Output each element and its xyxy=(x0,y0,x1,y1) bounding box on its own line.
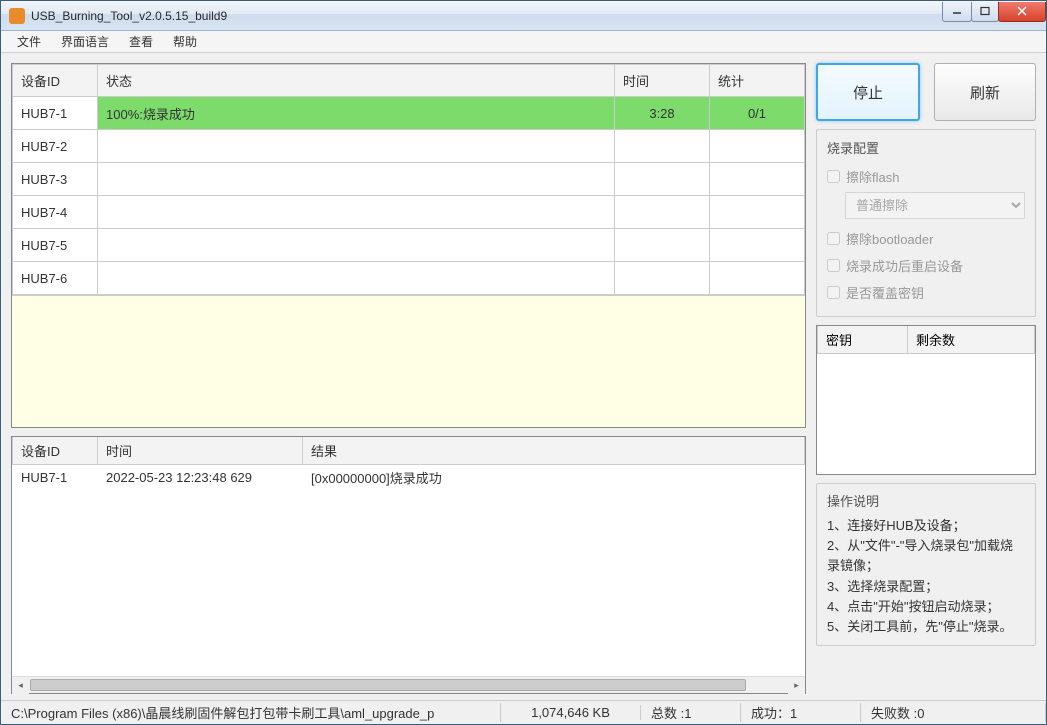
cell-device-id: HUB7-5 xyxy=(13,229,98,262)
stop-button[interactable]: 停止 xyxy=(816,63,920,121)
cell-status: 100%:烧录成功 xyxy=(98,97,615,130)
refresh-button[interactable]: 刷新 xyxy=(934,63,1036,121)
cell-time xyxy=(615,130,710,163)
cell-stat xyxy=(710,130,805,163)
reboot-after-checkbox[interactable] xyxy=(827,259,840,272)
cell-status xyxy=(98,229,615,262)
device-table-wrap: 设备ID 状态 时间 统计 HUB7-1100%:烧录成功3:280/1HUB7… xyxy=(11,63,806,428)
window-controls xyxy=(942,2,1046,22)
left-column: 设备ID 状态 时间 统计 HUB7-1100%:烧录成功3:280/1HUB7… xyxy=(11,63,806,694)
window-title: USB_Burning_Tool_v2.0.5.15_build9 xyxy=(31,9,942,23)
scroll-right-arrow-icon[interactable]: ▸ xyxy=(788,677,805,694)
titlebar: USB_Burning_Tool_v2.0.5.15_build9 xyxy=(1,1,1046,31)
cell-status xyxy=(98,163,615,196)
col-status[interactable]: 状态 xyxy=(98,65,615,97)
device-row[interactable]: HUB7-5 xyxy=(13,229,805,262)
instruction-line: 1、连接好HUB及设备； xyxy=(827,516,1025,536)
statusbar: C:\Program Files (x86)\晶晨线刷固件解包打包带卡刷工具\a… xyxy=(1,700,1046,724)
minimize-button[interactable] xyxy=(942,2,972,22)
log-cell-device-id: HUB7-1 xyxy=(13,466,98,490)
menu-file[interactable]: 文件 xyxy=(7,31,51,52)
app-icon xyxy=(9,8,25,24)
status-total: 总数 :1 xyxy=(641,703,741,722)
cell-time: 3:28 xyxy=(615,97,710,130)
cell-time xyxy=(615,262,710,295)
status-success: 成功：1 xyxy=(741,703,861,722)
client-area: 设备ID 状态 时间 统计 HUB7-1100%:烧录成功3:280/1HUB7… xyxy=(1,53,1046,700)
cell-stat xyxy=(710,229,805,262)
scroll-left-arrow-icon[interactable]: ◂ xyxy=(12,677,29,694)
log-row[interactable]: HUB7-12022-05-23 12:23:48 629[0x00000000… xyxy=(13,466,805,490)
cell-status xyxy=(98,130,615,163)
keys-col-remaining[interactable]: 剩余数 xyxy=(908,326,1035,354)
keys-table: 密钥 剩余数 xyxy=(816,325,1036,475)
cell-device-id: HUB7-1 xyxy=(13,97,98,130)
cell-device-id: HUB7-3 xyxy=(13,163,98,196)
cell-status xyxy=(98,262,615,295)
cell-device-id: HUB7-4 xyxy=(13,196,98,229)
cell-status xyxy=(98,196,615,229)
device-row[interactable]: HUB7-4 xyxy=(13,196,805,229)
log-table: 设备ID 时间 结果 HUB7-12022-05-23 12:23:48 629… xyxy=(11,436,806,694)
erase-bootloader-checkbox[interactable] xyxy=(827,232,840,245)
cell-stat xyxy=(710,196,805,229)
log-cell-result: [0x00000000]烧录成功 xyxy=(303,466,805,490)
menu-help[interactable]: 帮助 xyxy=(163,31,207,52)
device-table-empty-area xyxy=(12,295,805,427)
overwrite-key-label: 是否覆盖密钥 xyxy=(846,283,924,302)
col-stat[interactable]: 统计 xyxy=(710,65,805,97)
config-legend: 烧录配置 xyxy=(827,138,1025,157)
log-horizontal-scrollbar[interactable]: ◂ ▸ xyxy=(12,676,805,693)
app-window: USB_Burning_Tool_v2.0.5.15_build9 文件 界面语… xyxy=(0,0,1047,725)
reboot-after-option[interactable]: 烧录成功后重启设备 xyxy=(827,252,1025,279)
device-row[interactable]: HUB7-2 xyxy=(13,130,805,163)
device-table: 设备ID 状态 时间 统计 HUB7-1100%:烧录成功3:280/1HUB7… xyxy=(11,63,806,428)
close-button[interactable] xyxy=(998,2,1046,22)
erase-flash-label: 擦除flash xyxy=(846,167,899,186)
cell-device-id: HUB7-2 xyxy=(13,130,98,163)
menubar: 文件 界面语言 查看 帮助 xyxy=(1,31,1046,53)
status-fail: 失败数 :0 xyxy=(861,703,1046,722)
scroll-thumb[interactable] xyxy=(30,679,746,691)
menu-view[interactable]: 查看 xyxy=(119,31,163,52)
device-row[interactable]: HUB7-3 xyxy=(13,163,805,196)
erase-flash-option[interactable]: 擦除flash xyxy=(827,163,1025,190)
overwrite-key-checkbox[interactable] xyxy=(827,286,840,299)
instructions-group: 操作说明 1、连接好HUB及设备； 2、从"文件"-"导入烧录包"加载烧录镜像；… xyxy=(816,483,1036,646)
instructions-legend: 操作说明 xyxy=(827,492,1025,512)
burn-config-group: 烧录配置 擦除flash 普通擦除 擦除bootloader 烧录成功后重启设备 xyxy=(816,129,1036,317)
log-col-device-id[interactable]: 设备ID xyxy=(13,437,98,465)
log-col-time[interactable]: 时间 xyxy=(98,437,303,465)
instruction-line: 4、点击"开始"按钮启动烧录； xyxy=(827,597,1025,617)
instruction-line: 2、从"文件"-"导入烧录包"加载烧录镜像； xyxy=(827,536,1025,576)
cell-time xyxy=(615,163,710,196)
action-buttons: 停止 刷新 xyxy=(816,63,1036,121)
cell-stat: 0/1 xyxy=(710,97,805,130)
cell-time xyxy=(615,196,710,229)
cell-stat xyxy=(710,163,805,196)
status-path: C:\Program Files (x86)\晶晨线刷固件解包打包带卡刷工具\a… xyxy=(1,703,501,722)
overwrite-key-option[interactable]: 是否覆盖密钥 xyxy=(827,279,1025,306)
status-size: 1,074,646 KB xyxy=(501,705,641,720)
instruction-line: 5、关闭工具前，先"停止"烧录。 xyxy=(827,617,1025,637)
erase-flash-checkbox[interactable] xyxy=(827,170,840,183)
col-time[interactable]: 时间 xyxy=(615,65,710,97)
log-col-result[interactable]: 结果 xyxy=(303,437,805,465)
keys-col-key[interactable]: 密钥 xyxy=(818,326,908,354)
erase-mode-select[interactable]: 普通擦除 xyxy=(845,192,1025,219)
device-row[interactable]: HUB7-1100%:烧录成功3:280/1 xyxy=(13,97,805,130)
col-device-id[interactable]: 设备ID xyxy=(13,65,98,97)
reboot-after-label: 烧录成功后重启设备 xyxy=(846,256,963,275)
instruction-line: 3、选择烧录配置； xyxy=(827,577,1025,597)
cell-time xyxy=(615,229,710,262)
maximize-button[interactable] xyxy=(971,2,999,22)
cell-stat xyxy=(710,262,805,295)
right-column: 停止 刷新 烧录配置 擦除flash 普通擦除 擦除bootloader xyxy=(816,63,1036,694)
log-cell-time: 2022-05-23 12:23:48 629 xyxy=(98,466,303,490)
menu-language[interactable]: 界面语言 xyxy=(51,31,119,52)
erase-bootloader-option[interactable]: 擦除bootloader xyxy=(827,225,1025,252)
device-row[interactable]: HUB7-6 xyxy=(13,262,805,295)
erase-bootloader-label: 擦除bootloader xyxy=(846,229,933,248)
cell-device-id: HUB7-6 xyxy=(13,262,98,295)
